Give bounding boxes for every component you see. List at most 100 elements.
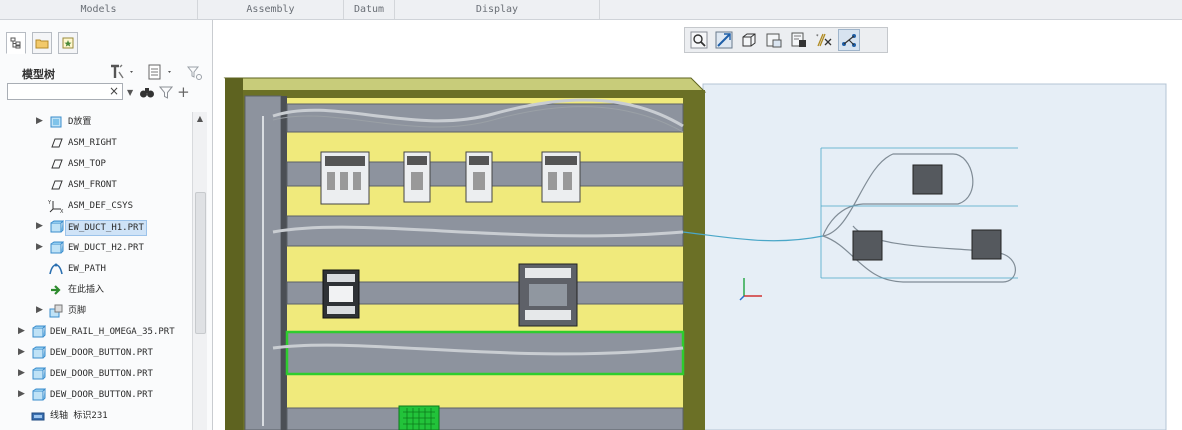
- tree-node-label: EW_PATH: [68, 264, 106, 274]
- model-tree-tab[interactable]: [6, 32, 26, 54]
- tree-node-ew-duct-h1[interactable]: ▶ EW_DUCT_H1.PRT: [0, 217, 192, 237]
- tree-node-footer[interactable]: ▶ 页脚: [0, 301, 192, 321]
- tree-node-label: 页脚: [68, 306, 87, 316]
- expand-arrow-icon[interactable]: ▶: [36, 242, 46, 254]
- show-columns-button[interactable]: [144, 62, 178, 82]
- tree-node-label: ASM_FRONT: [68, 180, 117, 190]
- tree-node-label: EW_DUCT_H2.PRT: [68, 243, 144, 253]
- tree-node-label: DEW_DOOR_BUTTON.PRT: [50, 348, 153, 358]
- tree-node-rail-omega[interactable]: ▶ DEW_RAIL_H_OMEGA_35.PRT: [0, 322, 192, 342]
- door-button-top[interactable]: [912, 164, 943, 195]
- svg-text:Y: Y: [48, 200, 52, 206]
- tab-datum[interactable]: Datum: [344, 0, 395, 19]
- tab-assembly[interactable]: Assembly: [198, 0, 344, 19]
- tree-node-asm-right[interactable]: ASM_RIGHT: [0, 133, 192, 153]
- tree-node-ew-path[interactable]: EW_PATH: [0, 259, 192, 279]
- contactor-small[interactable]: [322, 269, 360, 319]
- circuit-breaker-1[interactable]: [320, 151, 370, 205]
- circuit-breaker-3[interactable]: [465, 151, 493, 203]
- refit-button[interactable]: [713, 29, 735, 51]
- tree-node-label: ASM_DEF_CSYS: [68, 201, 134, 211]
- datum-plane-icon: [51, 138, 63, 148]
- tree-node-label: DEW_DOOR_BUTTON.PRT: [50, 369, 153, 379]
- tree-node-label: 在此插入: [68, 285, 105, 295]
- display-style-button[interactable]: [738, 29, 760, 51]
- tree-node-asm-top[interactable]: ASM_TOP: [0, 154, 192, 174]
- path-icon: [49, 263, 63, 275]
- tree-node-label: ASM_TOP: [68, 159, 106, 169]
- expand-arrow-icon[interactable]: ▶: [18, 368, 28, 380]
- tree-node-spool[interactable]: 线轴 标识231: [0, 406, 192, 426]
- annotation-display-button[interactable]: [838, 29, 860, 51]
- cabinet-door[interactable]: [702, 83, 1167, 430]
- door-button-left[interactable]: [852, 230, 883, 261]
- csys-icon: YX: [48, 200, 64, 214]
- cabinet-top-edge: [223, 77, 707, 93]
- tree-node-door-button-3[interactable]: ▶ DEW_DOOR_BUTTON.PRT: [0, 385, 192, 405]
- tree-node-asm-front[interactable]: ASM_FRONT: [0, 175, 192, 195]
- datum-display-icon: *: [816, 33, 832, 47]
- model-tree: ▶ D放置 ASM_RIGHT ASM_TOP ASM_FRONT YX ASM…: [0, 112, 192, 430]
- scroll-up-icon[interactable]: ▲: [193, 112, 207, 126]
- tree-node-ew-duct-h2[interactable]: ▶ EW_DUCT_H2.PRT: [0, 238, 192, 258]
- part-icon: [32, 367, 46, 380]
- terminal-block[interactable]: [398, 405, 440, 430]
- tree-settings-button[interactable]: [106, 62, 140, 82]
- insert-arrow-icon: [51, 285, 61, 295]
- tree-search-input[interactable]: [11, 85, 111, 100]
- tab-display[interactable]: Display: [395, 0, 600, 19]
- part-icon: [50, 220, 64, 233]
- contactor-large[interactable]: [518, 263, 578, 327]
- model-tree-panel: 模型树 × ▼ + ▶ D放置 ASM_RIGHT ASM_TOP ASM_FR…: [0, 20, 213, 430]
- folder-icon: [35, 39, 49, 49]
- part-icon: [50, 241, 64, 254]
- graphics-canvas[interactable]: [213, 56, 1182, 430]
- chevron-down-icon[interactable]: ▼: [127, 88, 133, 97]
- tab-models[interactable]: Models: [0, 0, 198, 19]
- tree-scrollbar[interactable]: ▲: [192, 112, 207, 430]
- cabinet-frame-left: [225, 78, 243, 430]
- svg-text:X: X: [60, 209, 64, 214]
- tree-node-insert-here[interactable]: 在此插入: [0, 280, 192, 300]
- refit-icon: [715, 31, 733, 49]
- circuit-breaker-4[interactable]: [541, 151, 581, 203]
- expand-arrow-icon[interactable]: ▶: [18, 389, 28, 401]
- expand-arrow-icon[interactable]: ▶: [18, 347, 28, 359]
- clear-search-icon[interactable]: ×: [109, 84, 119, 98]
- favorites-tab[interactable]: [58, 32, 78, 54]
- spool-icon: [31, 412, 45, 421]
- ribbon-tab-strip: Models Assembly Datum Display: [0, 0, 1182, 20]
- tree-search-field[interactable]: ×: [7, 83, 123, 100]
- search-tools: ▼ +: [127, 83, 190, 101]
- zoom-button[interactable]: [688, 29, 710, 51]
- add-icon[interactable]: +: [177, 85, 190, 100]
- tree-node-door-button-1[interactable]: ▶ DEW_DOOR_BUTTON.PRT: [0, 343, 192, 363]
- tree-node-label: EW_DUCT_H1.PRT: [65, 220, 147, 236]
- folder-browser-tab[interactable]: [32, 32, 52, 54]
- expand-arrow-icon[interactable]: ▶: [36, 305, 46, 317]
- door-button-right[interactable]: [971, 229, 1002, 260]
- view-manager-icon: [791, 32, 806, 47]
- show-icon: [148, 64, 171, 80]
- panel-title: 模型树: [22, 68, 55, 81]
- view-manager-button[interactable]: [788, 29, 810, 51]
- horizontal-duct-3[interactable]: [286, 407, 684, 430]
- part-icon: [32, 388, 46, 401]
- expand-arrow-icon[interactable]: ▶: [36, 116, 46, 128]
- expand-arrow-icon[interactable]: ▶: [36, 221, 46, 233]
- horizontal-duct-1[interactable]: [286, 103, 684, 133]
- tree-node-asm-def-csys[interactable]: YX ASM_DEF_CSYS: [0, 196, 192, 216]
- saved-views-button[interactable]: [763, 29, 785, 51]
- find-binoculars-icon[interactable]: [139, 85, 155, 99]
- tree-node-placement[interactable]: ▶ D放置: [0, 112, 192, 132]
- filter-icon[interactable]: [159, 85, 174, 99]
- filter-settings-button[interactable]: [183, 62, 205, 82]
- scroll-thumb[interactable]: [195, 192, 206, 334]
- circuit-breaker-2[interactable]: [403, 151, 431, 203]
- tree-node-door-button-2[interactable]: ▶ DEW_DOOR_BUTTON.PRT: [0, 364, 192, 384]
- cabinet-back-panel: [283, 98, 683, 430]
- datum-display-button[interactable]: *: [813, 29, 835, 51]
- expand-arrow-icon[interactable]: ▶: [18, 326, 28, 338]
- datum-plane-icon: [51, 180, 63, 190]
- horizontal-duct-2[interactable]: [286, 215, 684, 247]
